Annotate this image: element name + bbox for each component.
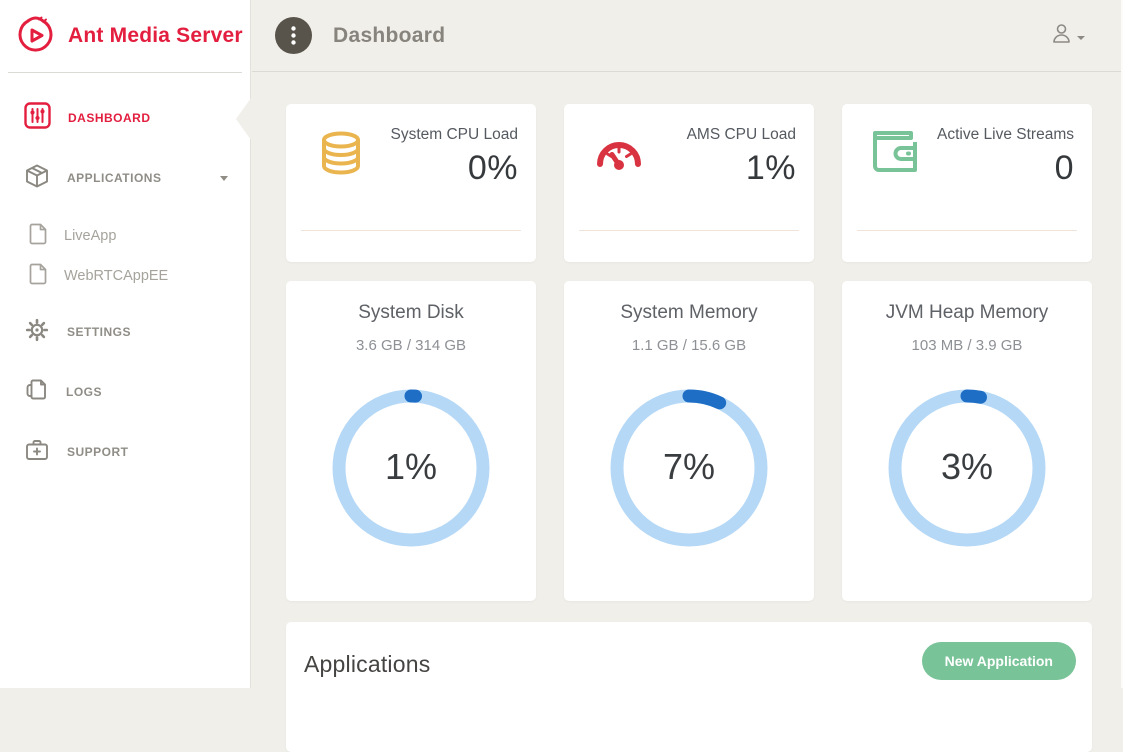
ant-media-logo-icon xyxy=(14,14,58,59)
divider xyxy=(857,230,1077,231)
gauge-title: System Memory xyxy=(564,302,814,324)
sidebar-item-webrtcappee[interactable]: WebRTCAppEE xyxy=(0,261,250,291)
brand-logo-row[interactable]: Ant Media Server xyxy=(0,0,250,72)
sidebar-item-label: LiveApp xyxy=(64,228,116,244)
gauge-percent: 7% xyxy=(607,446,771,488)
stat-value: 0% xyxy=(368,149,518,188)
sidebar-item-support[interactable]: SUPPORT xyxy=(0,435,250,469)
sidebar-item-label: SUPPORT xyxy=(67,445,129,459)
stat-card-ams-cpu: AMS CPU Load 1% xyxy=(564,104,814,262)
first-aid-kit-icon xyxy=(24,437,50,468)
stat-value: 1% xyxy=(646,149,796,188)
gauge-percent: 3% xyxy=(885,446,1049,488)
chevron-down-icon xyxy=(1077,36,1085,40)
donut-gauge: 7% xyxy=(607,386,771,550)
gauge-card-system-memory: System Memory 1.1 GB / 15.6 GB 7% xyxy=(564,281,814,601)
sidebar-item-applications[interactable]: APPLICATIONS xyxy=(0,161,250,195)
stat-cards-row: System CPU Load 0% xyxy=(286,104,1092,262)
sliders-icon xyxy=(24,102,51,134)
stat-label: System CPU Load xyxy=(368,124,518,146)
applications-sub-list: LiveApp WebRTCAppEE xyxy=(0,221,250,291)
stat-card-system-cpu: System CPU Load 0% xyxy=(286,104,536,262)
gauge-card-system-disk: System Disk 3.6 GB / 314 GB 1% xyxy=(286,281,536,601)
speedometer-icon xyxy=(593,128,645,183)
new-application-button[interactable]: New Application xyxy=(922,642,1076,680)
menu-dots-button[interactable] xyxy=(275,17,312,54)
gauge-title: System Disk xyxy=(286,302,536,324)
sidebar-item-label: WebRTCAppEE xyxy=(64,268,168,284)
gauge-subtitle: 103 MB / 3.9 GB xyxy=(842,337,1092,354)
donut-gauge: 3% xyxy=(885,386,1049,550)
sidebar-item-liveapp[interactable]: LiveApp xyxy=(0,221,250,251)
applications-title: Applications xyxy=(304,651,430,678)
stat-card-active-streams: Active Live Streams 0 xyxy=(842,104,1092,262)
stat-label: Active Live Streams xyxy=(924,124,1074,146)
chevron-down-icon[interactable] xyxy=(220,176,228,181)
gauge-percent: 1% xyxy=(329,446,493,488)
applications-panel: Applications New Application xyxy=(286,622,1092,752)
stat-label: AMS CPU Load xyxy=(646,124,796,146)
gear-icon xyxy=(24,317,50,348)
dashboard-content: System CPU Load 0% xyxy=(252,72,1123,752)
sidebar-item-label: LOGS xyxy=(66,385,102,399)
gauge-title: JVM Heap Memory xyxy=(842,302,1092,324)
user-icon xyxy=(1050,22,1073,50)
brand-name: Ant Media Server xyxy=(68,24,243,48)
sidebar-item-label: SETTINGS xyxy=(67,325,131,339)
top-bar: Dashboard xyxy=(252,0,1123,72)
page-title: Dashboard xyxy=(333,24,445,48)
donut-gauge: 1% xyxy=(329,386,493,550)
file-icon xyxy=(29,223,48,250)
sidebar-item-logs[interactable]: LOGS xyxy=(0,375,250,409)
sidebar-item-label: APPLICATIONS xyxy=(67,171,161,185)
main-area: Dashboard xyxy=(252,0,1123,688)
sidebar-nav: DASHBOARD APPLICATIONS xyxy=(0,73,250,469)
wallet-icon xyxy=(871,128,923,181)
database-icon xyxy=(315,128,367,185)
stat-value: 0 xyxy=(924,149,1074,188)
sidebar-item-label: DASHBOARD xyxy=(68,111,151,125)
gauge-cards-row: System Disk 3.6 GB / 314 GB 1% System Me… xyxy=(286,281,1092,601)
gauge-subtitle: 1.1 GB / 15.6 GB xyxy=(564,337,814,354)
log-document-icon xyxy=(24,377,49,407)
file-icon xyxy=(29,263,48,290)
user-menu[interactable] xyxy=(1050,22,1085,50)
sidebar-item-settings[interactable]: SETTINGS xyxy=(0,315,250,349)
gauge-card-jvm-heap: JVM Heap Memory 103 MB / 3.9 GB 3% xyxy=(842,281,1092,601)
divider xyxy=(301,230,521,231)
package-icon xyxy=(24,163,50,194)
gauge-subtitle: 3.6 GB / 314 GB xyxy=(286,337,536,354)
kebab-menu-icon xyxy=(291,26,296,45)
divider xyxy=(579,230,799,231)
sidebar: Ant Media Server xyxy=(0,0,251,688)
sidebar-item-dashboard[interactable]: DASHBOARD xyxy=(0,101,250,135)
active-item-notch xyxy=(236,98,251,140)
